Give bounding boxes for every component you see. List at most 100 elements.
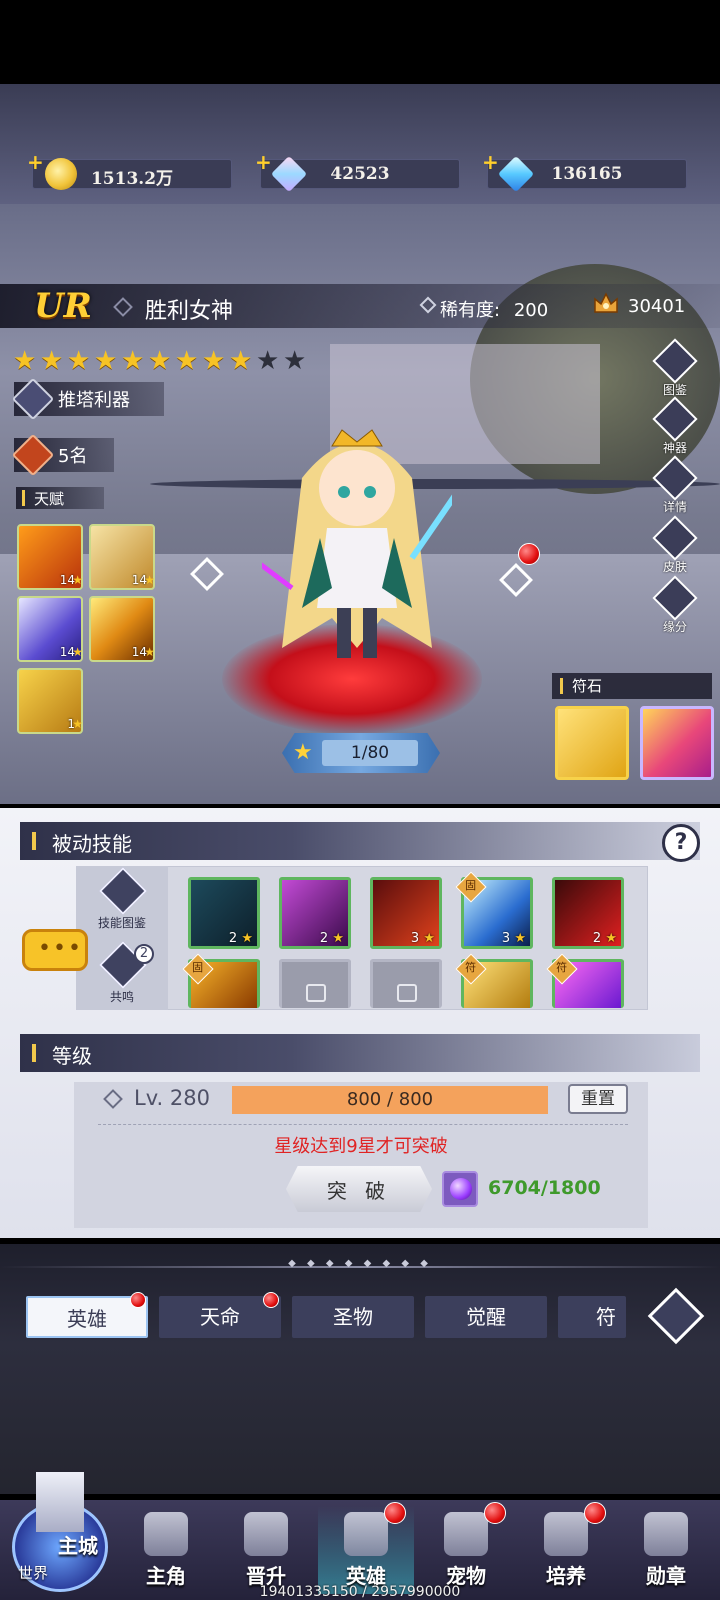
nav-item-5[interactable]: 勋章: [618, 1506, 714, 1594]
power-value: 30401: [628, 296, 686, 317]
hero-name: 胜利女神: [145, 299, 234, 324]
chat-dots: •••: [38, 936, 83, 961]
skill-slot[interactable]: 符: [455, 953, 533, 1008]
nav-icon: [344, 1512, 388, 1556]
skill-slot[interactable]: 2 ★: [279, 877, 351, 949]
hero-grade: UR: [34, 286, 92, 326]
star-icon: ★: [144, 573, 155, 587]
diamond-amount: 136165: [551, 164, 623, 184]
trait-tag[interactable]: 推塔利器: [11, 377, 164, 421]
rarity-label: 稀有度:: [440, 300, 501, 321]
nav-icon: [644, 1512, 688, 1556]
divider: [98, 1124, 628, 1125]
star-icon: ★: [328, 931, 344, 946]
rank-tag[interactable]: 5名: [11, 433, 114, 477]
side-button-details[interactable]: 详情: [650, 455, 700, 516]
notification-dot: [518, 543, 540, 565]
tab-4[interactable]: 符文: [558, 1296, 626, 1338]
decorative-dots: ◆ ◆ ◆ ◆ ◆ ◆ ◆ ◆: [288, 1258, 432, 1269]
notification-dot: [484, 1502, 506, 1524]
material-count: 6704/1800: [488, 1177, 601, 1199]
crown-icon: [594, 292, 618, 313]
skill-level-number: 3: [410, 931, 420, 946]
main-city-label: 主城: [58, 1534, 98, 1558]
lock-icon: [397, 984, 417, 1002]
diamond-currency[interactable]: + 136165: [482, 150, 687, 193]
reset-button[interactable]: 重置: [568, 1084, 628, 1114]
talent-slot[interactable]: 14 ★: [89, 596, 155, 662]
star-filled-icon: ★: [175, 346, 199, 376]
passive-skills-header: 被动技能: [20, 822, 700, 860]
tab-2[interactable]: 圣物: [292, 1296, 414, 1338]
purple-orb-icon: [442, 1171, 478, 1207]
talent-section-label: 天赋: [16, 487, 104, 509]
star-filled-icon: ★: [67, 346, 91, 376]
nav-item-1[interactable]: 晋升: [218, 1506, 314, 1594]
side-button-skin[interactable]: 皮肤: [650, 515, 700, 576]
skill-slot-locked[interactable]: [370, 959, 442, 1008]
side-button-codex[interactable]: 图鉴: [650, 338, 700, 399]
skill-slot-locked[interactable]: [279, 959, 351, 1008]
status-bar: [0, 0, 720, 84]
crystal-currency[interactable]: + 42523: [255, 150, 460, 193]
gold-amount: 1513.2万: [90, 169, 174, 189]
star-icon: ★: [144, 645, 155, 659]
rune-slot-red[interactable]: [640, 706, 714, 780]
level-text: Lv. 280: [134, 1086, 210, 1110]
talent-slot[interactable]: 1 ★: [17, 668, 83, 734]
breakthrough-warning: 星级达到9星才可突破: [274, 1136, 448, 1157]
breakthrough-label: 突 破: [326, 1179, 392, 1203]
skill-slot[interactable]: 2 ★: [188, 877, 260, 949]
star-filled-icon: ★: [202, 346, 226, 376]
talent-slot[interactable]: 14 ★: [17, 596, 83, 662]
hero-character[interactable]: [262, 418, 452, 678]
skill-level: 2 ★: [320, 931, 344, 946]
passive-skills-title: 被动技能: [52, 832, 132, 856]
rune-slot-yellow[interactable]: [555, 706, 629, 780]
label-accent: [22, 490, 25, 506]
skill-level: 2 ★: [593, 931, 617, 946]
tab-3[interactable]: 觉醒: [425, 1296, 547, 1338]
chat-button[interactable]: •••: [22, 929, 88, 971]
skill-slot[interactable]: 符: [546, 953, 624, 1008]
star-filled-icon: ★: [229, 346, 253, 376]
star-rating: ★ ★ ★ ★ ★ ★ ★ ★ ★ ★ ★: [13, 348, 309, 374]
star-filled-icon: ★: [94, 346, 118, 376]
skill-level-number: 2: [592, 931, 602, 946]
swords-icon: [11, 377, 55, 421]
castle-icon: [36, 1472, 84, 1532]
talent-slot[interactable]: 14 ★: [17, 524, 83, 590]
skill-level: 2 ★: [229, 931, 253, 946]
star-icon: ★: [419, 931, 435, 946]
side-button-bond[interactable]: 缘分: [650, 575, 700, 636]
skill-slot[interactable]: 固 3 ★: [455, 871, 533, 949]
side-button-artifact[interactable]: 神器: [650, 396, 700, 457]
skill-slot[interactable]: 固: [182, 953, 260, 1008]
nav-item-0[interactable]: 主角: [118, 1506, 214, 1594]
notification-dot: [130, 1292, 146, 1308]
tab-scroll-button[interactable]: [646, 1286, 706, 1346]
help-button[interactable]: ?: [662, 824, 700, 862]
skill-tag: 符: [465, 961, 477, 975]
star-icon: ★: [510, 931, 526, 946]
main-city-button[interactable]: 主城 世界: [8, 1462, 114, 1594]
side-button-label: 皮肤: [662, 560, 687, 574]
header-accent: [32, 832, 36, 850]
star-icon: ★: [72, 645, 83, 659]
skill-tag: 符: [556, 961, 568, 975]
talent-slot[interactable]: 14 ★: [89, 524, 155, 590]
side-button-label: 详情: [662, 500, 687, 514]
level-header: 等级: [20, 1034, 700, 1072]
skill-codex-label: 技能图鉴: [97, 916, 146, 930]
label-accent: [560, 678, 563, 694]
artifact-icon: [652, 396, 698, 442]
hero-level-progress: 1/80: [322, 740, 418, 766]
skill-slot[interactable]: 2 ★: [552, 877, 624, 949]
skill-slot[interactable]: 3 ★: [370, 877, 442, 949]
nav-icon: [544, 1512, 588, 1556]
notification-dot: [263, 1292, 279, 1308]
header-accent: [32, 1044, 36, 1062]
gold-currency[interactable]: + 1513.2万: [27, 150, 232, 190]
skill-codex-button[interactable]: 技能图鉴: [92, 866, 152, 930]
skill-level-number: 2: [228, 931, 238, 946]
